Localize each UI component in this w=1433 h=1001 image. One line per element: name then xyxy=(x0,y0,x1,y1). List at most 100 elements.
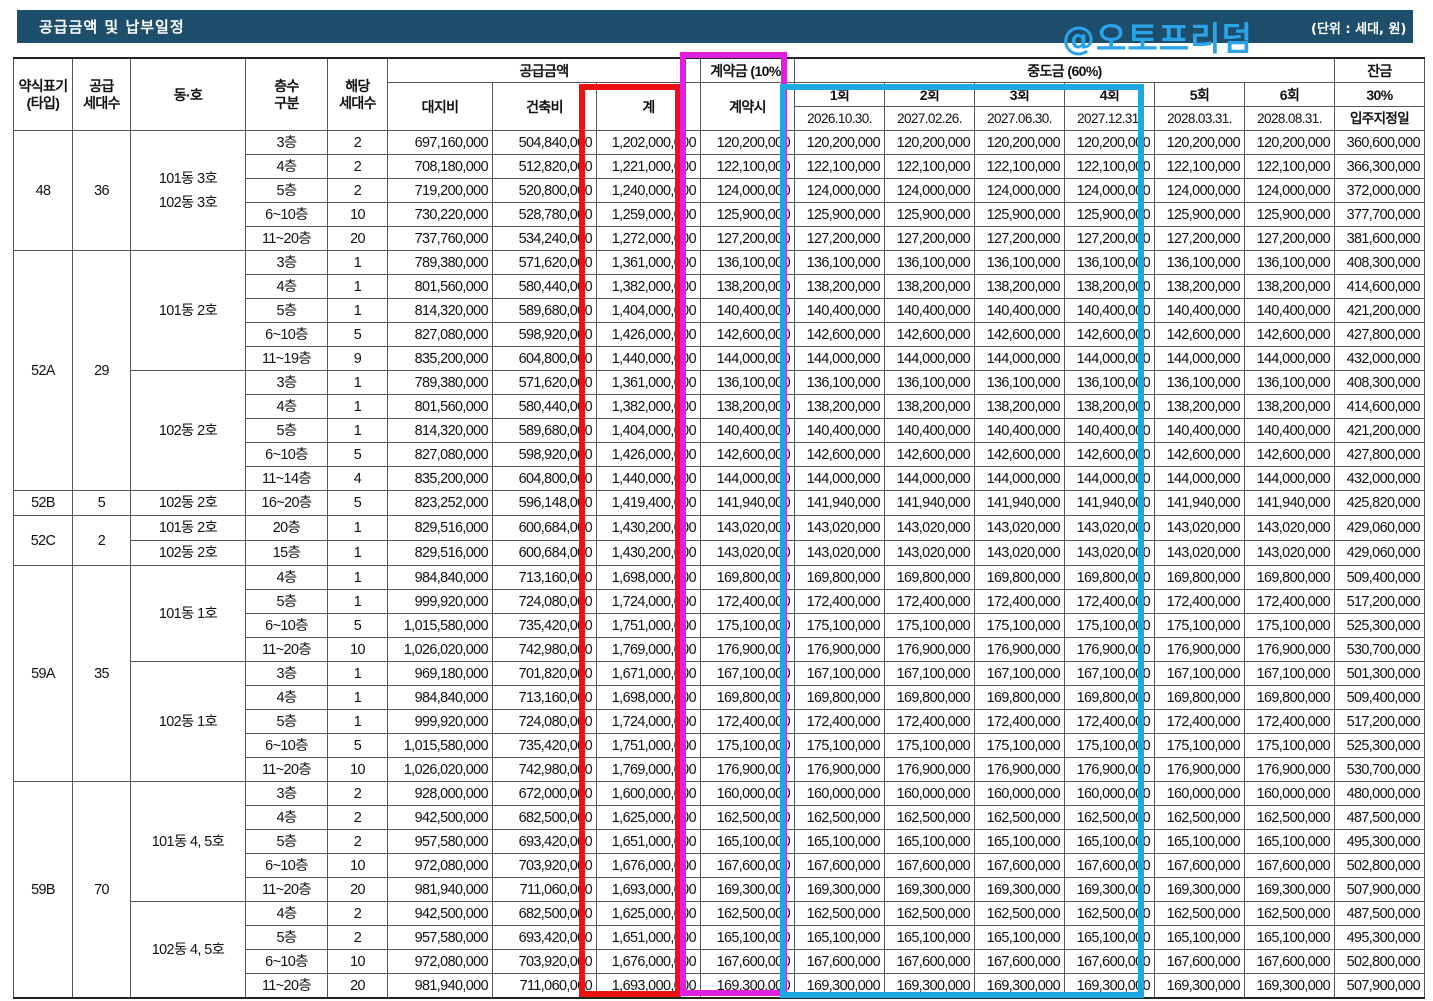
interim-cell-2: 175,100,000 xyxy=(884,613,975,638)
building-cost-cell: 604,800,000 xyxy=(492,466,597,491)
interim-cell-2: 125,900,000 xyxy=(884,202,975,227)
interim-cell-4: 176,900,000 xyxy=(1064,757,1155,782)
total-cell: 1,693,000,000 xyxy=(596,973,701,999)
interim-cell-4: 169,800,000 xyxy=(1064,565,1155,590)
floor-cell: 11~19층 xyxy=(245,346,328,371)
interim-cell-2: 172,400,000 xyxy=(884,589,975,614)
dong-ho-cell: 102동 2호 xyxy=(130,370,246,491)
supply-count-cell: 36 xyxy=(72,130,131,251)
interim-cell-1: 138,200,000 xyxy=(794,394,885,419)
interim-cell-4: 176,900,000 xyxy=(1064,637,1155,662)
interim-cell-5: 176,900,000 xyxy=(1154,757,1245,782)
balance-cell: 502,800,000 xyxy=(1334,949,1425,974)
table-row: 52A 29 101동 2호 3층 1 789,380,000 571,620,000 1,3… xyxy=(13,250,1425,491)
interim-cell-3: 169,300,000 xyxy=(974,973,1065,999)
floor-cell: 4층 xyxy=(245,901,328,926)
supply-count-cell: 2 xyxy=(72,515,131,566)
interim-cell-2: 167,600,000 xyxy=(884,853,975,878)
floor-cell: 4층 xyxy=(245,154,328,179)
interim-cell-5: 169,300,000 xyxy=(1154,973,1245,999)
balance-cell: 377,700,000 xyxy=(1334,202,1425,227)
units-cell: 2 xyxy=(327,781,388,806)
deposit-cell: 167,600,000 xyxy=(700,949,795,974)
interim-cell-6: 169,300,000 xyxy=(1244,973,1335,999)
building-cost-cell: 703,920,000 xyxy=(492,949,597,974)
type-cell: 48 xyxy=(13,130,73,251)
interim-cell-4: 125,900,000 xyxy=(1064,202,1155,227)
header-installment-1: 1회 xyxy=(794,82,885,107)
balance-cell: 427,800,000 xyxy=(1334,442,1425,467)
interim-cell-2: 162,500,000 xyxy=(884,805,975,830)
floor-cell: 3층 xyxy=(245,130,328,155)
interim-cell-6: 160,000,000 xyxy=(1244,781,1335,806)
balance-cell: 509,400,000 xyxy=(1334,685,1425,710)
balance-cell: 507,900,000 xyxy=(1334,973,1425,999)
interim-cell-5: 162,500,000 xyxy=(1154,805,1245,830)
interim-cell-3: 136,100,000 xyxy=(974,250,1065,275)
building-cost-cell: 528,780,000 xyxy=(492,202,597,227)
interim-cell-5: 144,000,000 xyxy=(1154,346,1245,371)
floor-cell: 4층 xyxy=(245,394,328,419)
building-cost-cell: 580,440,000 xyxy=(492,394,597,419)
interim-cell-2: 136,100,000 xyxy=(884,250,975,275)
interim-cell-5: 144,000,000 xyxy=(1154,466,1245,491)
interim-cell-5: 167,100,000 xyxy=(1154,661,1245,686)
interim-cell-6: 165,100,000 xyxy=(1244,829,1335,854)
land-cost-cell: 835,200,000 xyxy=(387,346,493,371)
interim-cell-6: 142,600,000 xyxy=(1244,322,1335,347)
balance-cell: 408,300,000 xyxy=(1334,370,1425,395)
balance-cell: 502,800,000 xyxy=(1334,853,1425,878)
balance-cell: 421,200,000 xyxy=(1334,418,1425,443)
type-cell: 59B xyxy=(13,781,73,999)
units-cell: 10 xyxy=(327,853,388,878)
building-cost-cell: 724,080,000 xyxy=(492,589,597,614)
header-balance: 잔금 xyxy=(1334,57,1425,83)
building-cost-cell: 504,840,000 xyxy=(492,130,597,155)
interim-cell-3: 172,400,000 xyxy=(974,709,1065,734)
total-cell: 1,625,000,000 xyxy=(596,901,701,926)
interim-cell-5: 167,600,000 xyxy=(1154,853,1245,878)
interim-cell-1: 122,100,000 xyxy=(794,154,885,179)
land-cost-cell: 942,500,000 xyxy=(387,805,493,830)
interim-cell-1: 143,020,000 xyxy=(794,540,885,566)
land-cost-cell: 827,080,000 xyxy=(387,442,493,467)
units-cell: 5 xyxy=(327,322,388,347)
land-cost-cell: 730,220,000 xyxy=(387,202,493,227)
building-cost-cell: 682,500,000 xyxy=(492,805,597,830)
total-cell: 1,440,000,000 xyxy=(596,346,701,371)
interim-cell-3: 169,300,000 xyxy=(974,877,1065,902)
interim-cell-5: 143,020,000 xyxy=(1154,540,1245,566)
balance-cell: 507,900,000 xyxy=(1334,877,1425,902)
balance-cell: 432,000,000 xyxy=(1334,346,1425,371)
land-cost-cell: 719,200,000 xyxy=(387,178,493,203)
units-cell: 5 xyxy=(327,442,388,467)
units-cell: 1 xyxy=(327,418,388,443)
land-cost-cell: 999,920,000 xyxy=(387,589,493,614)
interim-cell-6: 125,900,000 xyxy=(1244,202,1335,227)
interim-cell-3: 141,940,000 xyxy=(974,490,1065,516)
interim-cell-3: 165,100,000 xyxy=(974,829,1065,854)
interim-cell-1: 136,100,000 xyxy=(794,250,885,275)
interim-cell-6: 143,020,000 xyxy=(1244,515,1335,541)
supply-count-cell: 29 xyxy=(72,250,131,491)
interim-cell-4: 120,200,000 xyxy=(1064,130,1155,155)
interim-cell-5: 176,900,000 xyxy=(1154,637,1245,662)
interim-cell-1: 169,300,000 xyxy=(794,973,885,999)
interim-cell-2: 176,900,000 xyxy=(884,757,975,782)
floor-cell: 6~10층 xyxy=(245,853,328,878)
building-cost-cell: 580,440,000 xyxy=(492,274,597,299)
interim-cell-2: 162,500,000 xyxy=(884,901,975,926)
interim-cell-6: 136,100,000 xyxy=(1244,250,1335,275)
interim-cell-4: 160,000,000 xyxy=(1064,781,1155,806)
interim-cell-6: 167,600,000 xyxy=(1244,949,1335,974)
floor-cell: 3층 xyxy=(245,781,328,806)
header-deposit: 계약금 (10%) xyxy=(700,57,795,83)
building-cost-cell: 682,500,000 xyxy=(492,901,597,926)
interim-cell-3: 120,200,000 xyxy=(974,130,1065,155)
interim-cell-2: 141,940,000 xyxy=(884,490,975,516)
interim-cell-3: 122,100,000 xyxy=(974,154,1065,179)
interim-cell-1: 165,100,000 xyxy=(794,925,885,950)
interim-cell-4: 172,400,000 xyxy=(1064,709,1155,734)
interim-cell-6: 141,940,000 xyxy=(1244,490,1335,516)
interim-cell-2: 165,100,000 xyxy=(884,925,975,950)
